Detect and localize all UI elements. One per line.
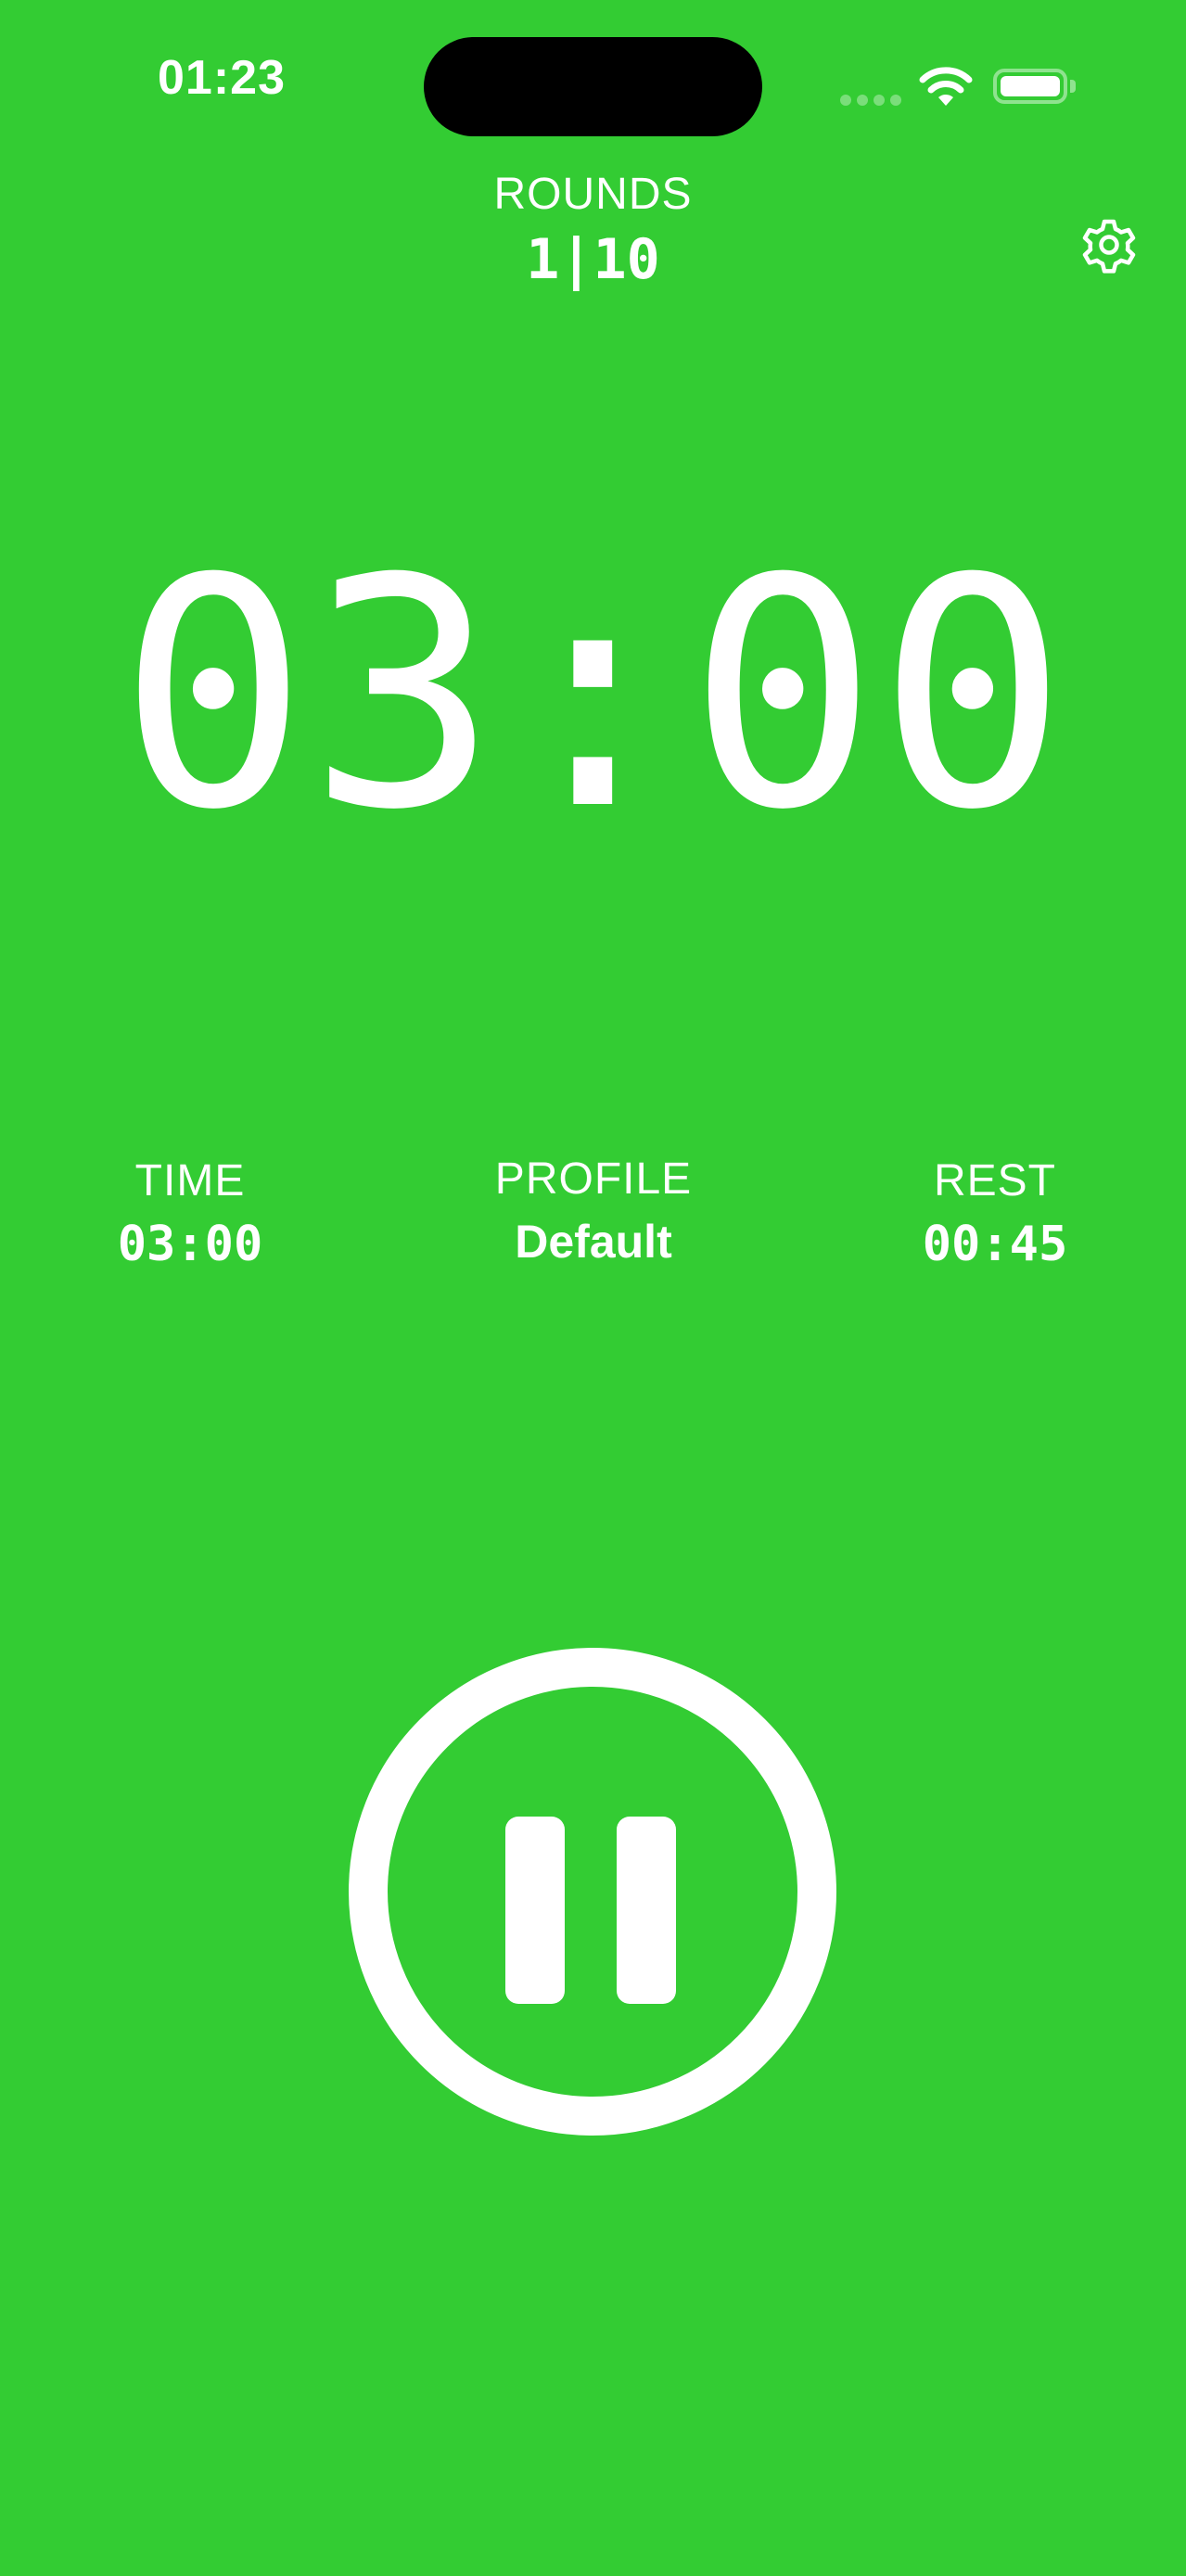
rest-value: 00:45	[922, 1217, 1068, 1272]
gear-icon[interactable]	[1076, 211, 1142, 278]
time-setting: TIME 03:00	[42, 1159, 338, 1269]
rounds-label: ROUNDS	[493, 170, 693, 219]
time-value: 03:00	[117, 1217, 263, 1272]
battery-icon	[993, 69, 1067, 104]
pause-button[interactable]	[349, 1648, 836, 2136]
profile-value: Default	[515, 1216, 672, 1268]
profile-label: PROFILE	[494, 1154, 693, 1204]
wifi-icon	[919, 67, 973, 106]
main-timer-display: 03:00	[118, 512, 1068, 879]
time-label: TIME	[134, 1156, 246, 1205]
dynamic-island	[424, 37, 762, 136]
battery-cap	[1070, 80, 1076, 93]
cellular-signal-icon	[840, 95, 901, 106]
profile-setting[interactable]: PROFILE Default	[445, 1154, 742, 1268]
status-bar-time: 01:23	[158, 51, 286, 105]
rounds-counter: 1|10	[526, 227, 660, 292]
rest-label: REST	[933, 1156, 1056, 1205]
rest-setting: REST 00:45	[847, 1159, 1143, 1269]
